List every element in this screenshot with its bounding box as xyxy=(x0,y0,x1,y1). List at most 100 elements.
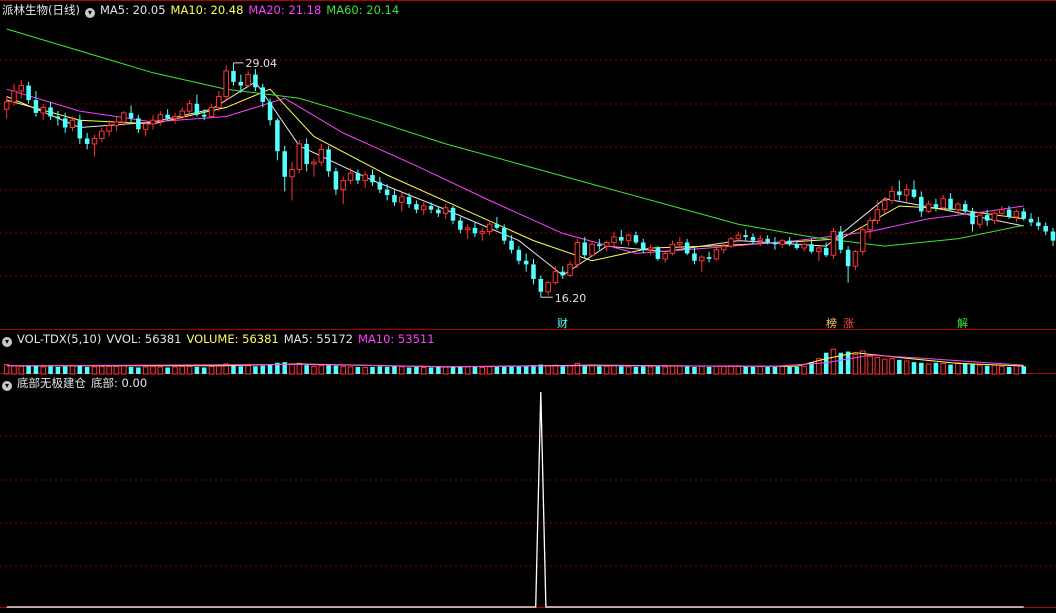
candle xyxy=(640,238,646,254)
volume-bar xyxy=(794,366,800,374)
candle xyxy=(304,138,309,172)
volume-bar xyxy=(516,365,522,374)
candle xyxy=(128,105,134,123)
candle xyxy=(603,240,610,252)
candle xyxy=(772,237,778,250)
volume-bar xyxy=(977,364,983,375)
candle xyxy=(223,65,229,101)
volume-bar xyxy=(120,365,127,375)
candle xyxy=(26,81,31,104)
volume-bar xyxy=(706,366,712,374)
candle xyxy=(40,103,47,121)
volume-bar xyxy=(238,366,244,374)
volume-bar xyxy=(1021,366,1026,374)
candle xyxy=(1028,213,1034,227)
candle xyxy=(699,255,705,272)
volume-bar xyxy=(201,367,207,374)
volume-bar xyxy=(142,366,149,375)
candle xyxy=(231,62,236,86)
candle xyxy=(136,114,141,133)
candle xyxy=(216,91,222,112)
volume-bar xyxy=(859,350,866,375)
chevron-down-icon[interactable]: ▾ xyxy=(84,8,95,18)
volume-bar xyxy=(91,366,98,375)
candle xyxy=(3,96,10,119)
volume-bar xyxy=(216,365,222,375)
volume-bar xyxy=(414,366,419,374)
candle xyxy=(838,226,844,254)
volume-bar xyxy=(194,366,200,374)
volume-bar xyxy=(560,366,566,374)
price-ma-lines xyxy=(6,28,1024,276)
volume-bar xyxy=(450,366,456,374)
chevron-down-icon[interactable]: ▾ xyxy=(2,381,12,391)
volume-bar xyxy=(655,366,661,374)
vvol-label: VVOL: 56381 xyxy=(106,332,182,346)
candle xyxy=(948,193,953,212)
candle xyxy=(830,227,837,259)
candle xyxy=(442,204,449,219)
candle xyxy=(750,233,756,245)
volume-bar xyxy=(472,366,478,374)
candle xyxy=(420,202,427,216)
volume-bar xyxy=(750,366,756,374)
volume-bar xyxy=(662,366,668,375)
volume-bar xyxy=(501,366,507,374)
candle xyxy=(940,195,947,210)
candle xyxy=(757,235,764,247)
candle xyxy=(347,167,354,185)
candle xyxy=(186,100,193,115)
ma20-label: MA20: 21.18 xyxy=(248,3,322,17)
volume-bar xyxy=(597,366,602,374)
volume-bar xyxy=(442,366,449,375)
candle xyxy=(633,231,639,245)
indicator-series-line xyxy=(6,391,1024,608)
candle xyxy=(787,237,792,247)
candle xyxy=(911,180,917,199)
volume-label: VOLUME: 56381 xyxy=(186,332,279,346)
volume-bar xyxy=(582,365,587,374)
volume-bar xyxy=(494,366,500,374)
volume-bar xyxy=(933,362,939,374)
volume-bar xyxy=(523,366,529,374)
volume-bar xyxy=(428,367,434,374)
candle xyxy=(538,275,544,298)
volume-bar xyxy=(984,365,990,374)
candle xyxy=(208,103,215,119)
indicator-value: 底部: 0.00 xyxy=(91,376,148,390)
grid-lines xyxy=(0,0,1056,608)
candle xyxy=(275,118,280,161)
candle xyxy=(172,112,178,124)
volume-bar xyxy=(62,366,68,374)
candle xyxy=(311,158,317,177)
ma60-label: MA60: 20.14 xyxy=(326,3,400,17)
volume-bar xyxy=(11,365,17,375)
candle xyxy=(962,200,968,214)
volume-bar xyxy=(362,367,368,375)
ma5-label: MA5: 20.05 xyxy=(99,3,166,17)
candle xyxy=(801,242,807,252)
stock-chart[interactable]: 29.04 16.20 财 榜 涨 解 xyxy=(0,0,1056,613)
candle xyxy=(77,114,83,144)
candle xyxy=(889,185,895,205)
volume-bar xyxy=(311,365,317,375)
candle xyxy=(120,111,127,126)
candle xyxy=(11,83,17,106)
candle xyxy=(589,240,595,258)
volume-bar xyxy=(392,366,397,374)
candle xyxy=(113,116,120,132)
volume-bar xyxy=(384,366,390,374)
volume-bar xyxy=(245,365,251,375)
volume-bar xyxy=(713,365,720,375)
volume-bar xyxy=(113,365,120,375)
candle xyxy=(903,184,910,203)
volume-bar xyxy=(619,366,624,374)
volume-bar xyxy=(1013,365,1020,375)
candle xyxy=(845,246,851,283)
volume-bar xyxy=(903,360,910,375)
volume-bar xyxy=(69,365,76,375)
candle xyxy=(333,167,339,196)
chevron-down-icon[interactable]: ▾ xyxy=(2,337,12,347)
volume-bar xyxy=(692,366,697,374)
volume-bar xyxy=(772,366,778,374)
